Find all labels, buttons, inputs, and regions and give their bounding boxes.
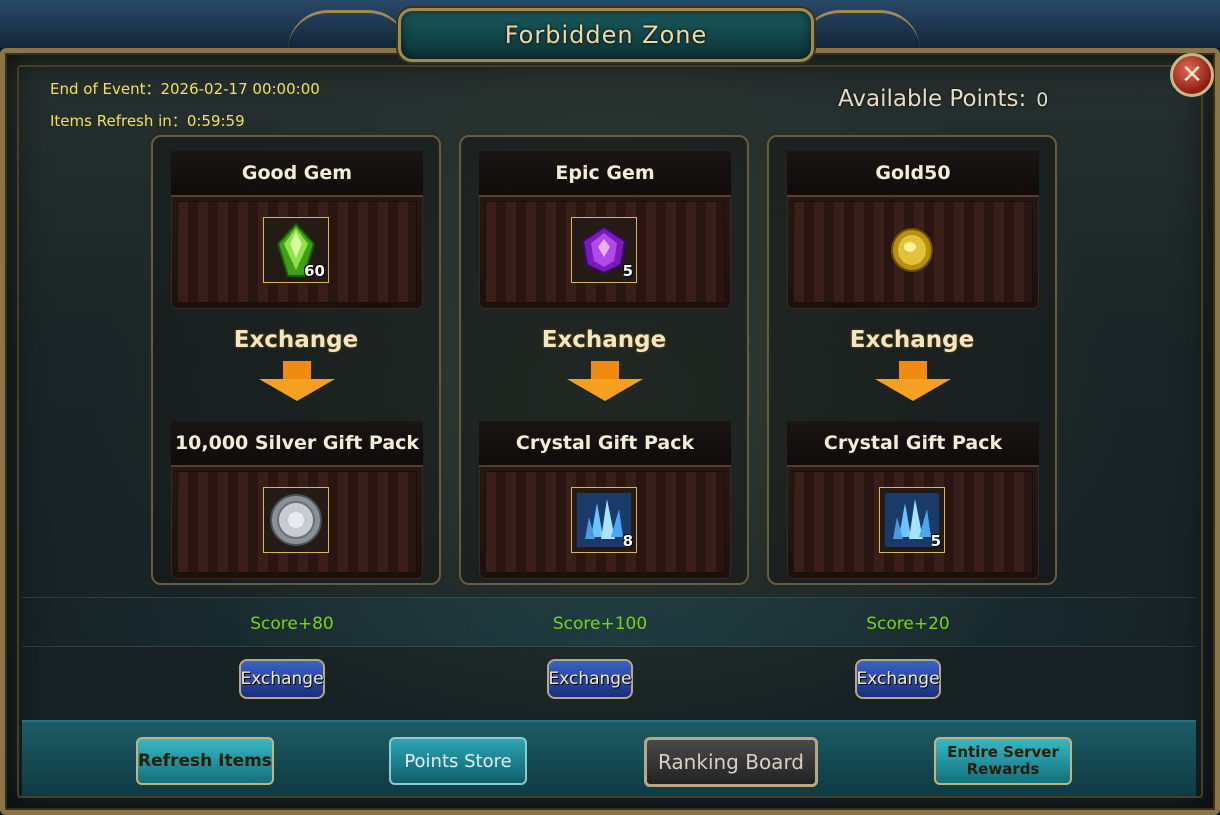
give-item-qty: 5: [622, 262, 633, 280]
arrow-down-icon: [259, 361, 335, 401]
exchange-caption: Exchange: [233, 327, 359, 353]
window-title-plate: Forbidden Zone: [398, 8, 814, 62]
exchange-button-3[interactable]: Exchange: [855, 659, 941, 699]
items-refresh-text: Items Refresh in：0:59:59: [50, 112, 245, 130]
give-item-qty: 60: [304, 262, 325, 280]
entire-server-rewards-line2: Rewards: [966, 760, 1040, 778]
score-card-2: Score+100: [552, 614, 648, 634]
give-item-icon-box[interactable]: 60: [263, 217, 329, 283]
arrow-down-icon: [567, 361, 643, 401]
score-card-1: Score+80: [250, 614, 334, 634]
title-ornament-right: [800, 10, 920, 53]
exchange-card-2: Epic Gem 5 Exchange Crystal Gift Pack 8: [459, 135, 749, 585]
get-item-slot: Crystal Gift Pack 8: [479, 421, 731, 579]
exchange-button-1[interactable]: Exchange: [239, 659, 325, 699]
get-item-slot: Crystal Gift Pack 5: [787, 421, 1039, 579]
exchange-card-3: Gold50 Exchange Crystal Gift Pack 5: [767, 135, 1057, 585]
title-ornament-left: [288, 10, 408, 53]
ranking-board-button[interactable]: Ranking Board: [644, 737, 818, 787]
purple-gem-icon: [581, 225, 627, 275]
get-item-name: Crystal Gift Pack: [479, 421, 731, 467]
get-item-qty: 8: [622, 532, 633, 550]
give-item-icon-box[interactable]: [879, 217, 945, 283]
get-item-qty: 5: [930, 532, 941, 550]
entire-server-rewards-button[interactable]: Entire Server Rewards: [934, 737, 1072, 785]
points-store-button[interactable]: Points Store: [389, 737, 527, 785]
end-of-event-text: End of Event：2026-02-17 00:00:00: [50, 80, 320, 98]
give-item-name: Gold50: [787, 151, 1039, 197]
available-points-value: 0: [1036, 89, 1049, 111]
refresh-items-button[interactable]: Refresh Items: [136, 737, 274, 785]
arrow-down-icon: [875, 361, 951, 401]
give-item-slot: Gold50: [787, 151, 1039, 309]
silver-coin-icon: [270, 494, 322, 546]
get-item-name: 10,000 Silver Gift Pack: [171, 421, 423, 467]
available-points: Available Points: 0: [838, 86, 1048, 112]
give-item-name: Good Gem: [171, 151, 423, 197]
available-points-label: Available Points:: [838, 86, 1027, 112]
give-item-slot: Epic Gem 5: [479, 151, 731, 309]
give-item-slot: Good Gem 60: [171, 151, 423, 309]
give-item-name: Epic Gem: [479, 151, 731, 197]
exchange-button-2[interactable]: Exchange: [547, 659, 633, 699]
gold-coin-icon: [891, 228, 933, 272]
exchange-card-1: Good Gem 60 Exchange 10,000 Silver Gift …: [151, 135, 441, 585]
score-card-3: Score+20: [866, 614, 950, 634]
window-title: Forbidden Zone: [504, 21, 708, 49]
get-item-icon-box[interactable]: [263, 487, 329, 553]
get-item-icon-box[interactable]: 8: [571, 487, 637, 553]
exchange-caption: Exchange: [849, 327, 975, 353]
close-icon: ✕: [1181, 60, 1203, 90]
entire-server-rewards-line1: Entire Server: [947, 743, 1059, 761]
give-item-icon-box[interactable]: 5: [571, 217, 637, 283]
get-item-slot: 10,000 Silver Gift Pack: [171, 421, 423, 579]
get-item-icon-box[interactable]: 5: [879, 487, 945, 553]
close-button[interactable]: ✕: [1170, 53, 1214, 97]
get-item-name: Crystal Gift Pack: [787, 421, 1039, 467]
exchange-caption: Exchange: [541, 327, 667, 353]
